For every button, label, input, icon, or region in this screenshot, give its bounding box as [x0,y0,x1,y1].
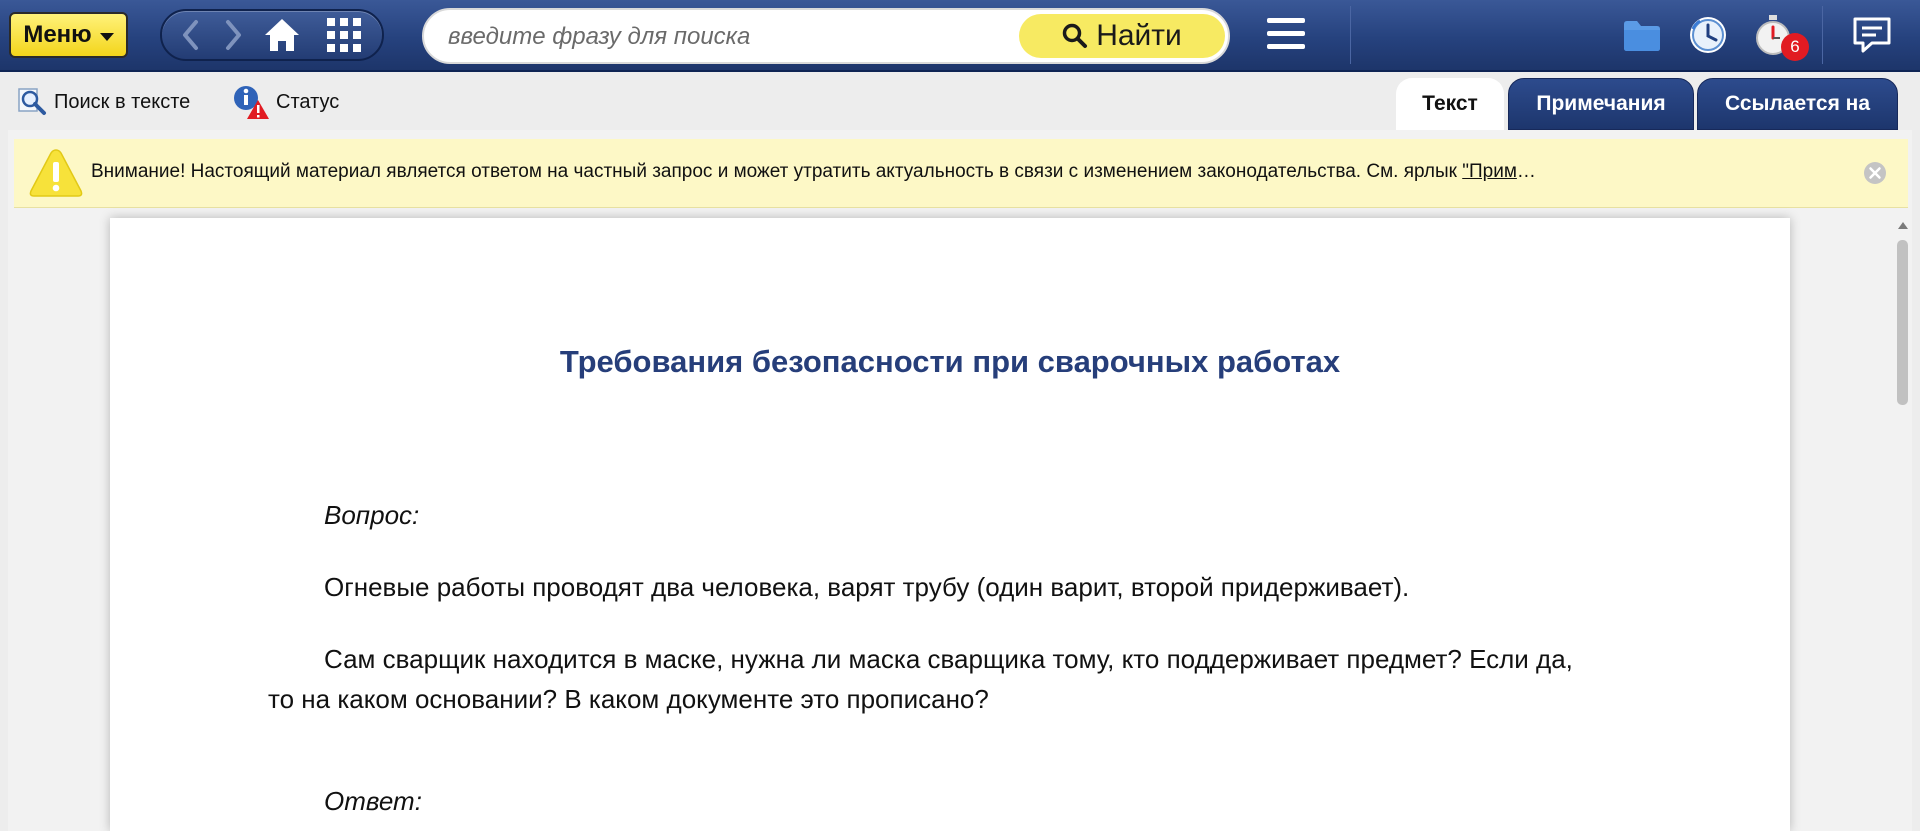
navigation-group [160,9,384,61]
question-paragraph: то на каком основании? В каком документе… [268,684,989,714]
apps-grid-icon[interactable] [322,11,366,59]
tab-text[interactable]: Текст [1396,78,1504,130]
notes-link[interactable]: "Прим [1462,161,1517,182]
info-warning-icon [234,86,269,119]
hamburger-icon[interactable] [1267,18,1305,52]
tab-label: Текст [1422,92,1478,115]
toolbar-divider [1350,6,1351,64]
find-button-label: Найти [1096,19,1182,52]
warning-ellipsis: … [1516,161,1536,182]
status-label: Статус [276,90,340,113]
warning-triangle-icon [29,149,83,197]
tab-label: Примечания [1536,92,1666,115]
close-icon[interactable] [1862,160,1888,186]
find-button[interactable]: Найти [1019,14,1225,58]
scroll-up-icon[interactable] [1898,222,1908,229]
warning-text: Внимание! Настоящий материал является от… [91,161,1536,183]
search-input[interactable] [446,10,1020,64]
answer-label: Ответ: [324,786,422,816]
search-in-text-label: Поиск в тексте [54,90,191,113]
toolbar-divider [1822,6,1823,64]
menu-button-label: Меню [23,21,92,48]
chat-icon[interactable] [1849,12,1895,58]
warning-banner: Внимание! Настоящий материал является от… [14,139,1908,208]
forward-icon[interactable] [216,11,250,59]
status-button[interactable]: Статус [232,84,339,120]
search-icon [1062,23,1088,48]
home-icon[interactable] [260,11,304,59]
caret-down-icon [99,32,114,41]
question-paragraph: Сам сварщик находится в маске, нужна ли … [324,644,1573,674]
search-box: Найти [422,8,1230,64]
back-icon[interactable] [174,11,208,59]
tab-notes[interactable]: Примечания [1508,78,1694,130]
tab-references[interactable]: Ссылается на [1697,78,1898,130]
history-clock-icon[interactable] [1685,12,1731,58]
magnifier-icon [18,88,46,115]
tab-label: Ссылается на [1724,92,1871,115]
notification-badge: 6 [1781,33,1809,61]
question-label: Вопрос: [324,500,420,530]
warning-message: Внимание! Настоящий материал является от… [91,161,1463,182]
document-title: Требования безопасности при сварочных ра… [559,344,1341,379]
menu-button[interactable]: Меню [9,12,128,58]
search-in-text-button[interactable]: Поиск в тексте [16,84,190,120]
scrollbar-thumb[interactable] [1897,240,1908,405]
question-paragraph: Огневые работы проводят два человека, ва… [324,572,1410,602]
folder-icon[interactable] [1620,12,1664,58]
